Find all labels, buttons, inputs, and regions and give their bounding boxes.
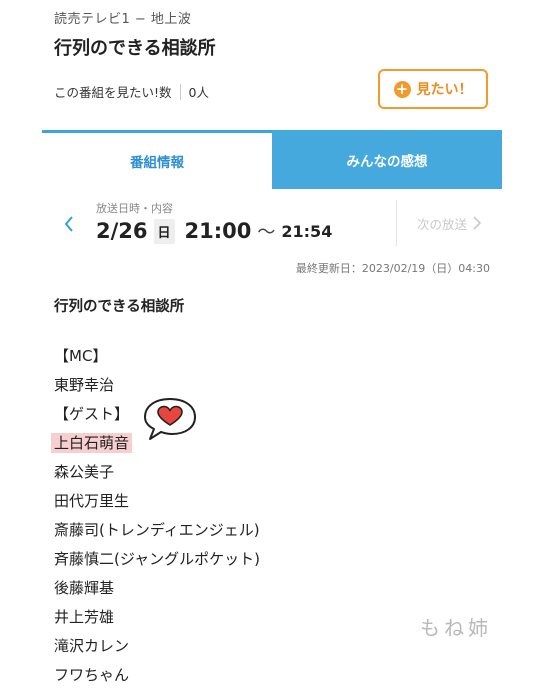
broadcast-label: 放送日時・内容 — [96, 202, 173, 215]
cast-item: 滝沢カレン — [54, 637, 130, 655]
chevron-left-icon — [64, 216, 73, 232]
tab-program-info[interactable]: 番組情報 — [42, 130, 272, 189]
page-title: 行列のできる相談所 — [54, 38, 216, 59]
cast-item: 後藤輝基 — [54, 579, 115, 597]
want-count-label: この番組を見たい!数 — [54, 85, 172, 100]
time-separator: 〜 — [257, 222, 276, 243]
channel-label: 読売テレビ1 − 地上波 — [54, 12, 192, 27]
chevron-right-icon — [473, 216, 481, 230]
plus-circle-icon: + — [393, 80, 411, 98]
program-name-heading: 行列のできる相談所 — [54, 299, 185, 315]
tab-bar: 番組情報 みんなの感想 — [42, 130, 502, 189]
watermark: もね姉 — [420, 616, 492, 640]
want-count-value: 0人 — [188, 85, 209, 100]
next-broadcast-button[interactable]: 次の放送 — [396, 200, 501, 246]
broadcast-end-time: 21:54 — [281, 221, 333, 241]
cast-item: 森公美子 — [54, 463, 115, 481]
broadcast-start-time: 21:00 — [184, 219, 252, 243]
prev-broadcast-button[interactable] — [60, 212, 78, 236]
cast-item: 【MC】 — [54, 347, 108, 365]
divider — [179, 83, 181, 100]
cast-item: 斎藤司(トレンディエンジェル) — [54, 521, 260, 539]
cast-item: 田代万里生 — [54, 492, 130, 510]
broadcast-time: 2/26 日 21:00 〜 21:54 — [96, 218, 332, 244]
next-broadcast-label: 次の放送 — [416, 216, 467, 232]
cast-item: フワちゃん — [54, 666, 130, 684]
heart-speech-bubble-icon — [144, 398, 196, 440]
want-to-watch-button[interactable]: + 見たい！ — [378, 69, 488, 109]
want-count-row: この番組を見たい!数 0人 — [54, 82, 209, 101]
broadcast-date: 2/26 — [96, 219, 148, 243]
cast-item: 斉藤慎二(ジャングルポケット) — [54, 550, 260, 568]
last-updated: 最終更新日：2023/02/19（日）04:30 — [295, 262, 490, 275]
tab-reviews[interactable]: みんなの感想 — [272, 130, 502, 189]
broadcast-day-of-week: 日 — [153, 218, 175, 244]
want-to-watch-label: 見たい！ — [416, 82, 473, 98]
cast-item: 井上芳雄 — [54, 608, 115, 626]
